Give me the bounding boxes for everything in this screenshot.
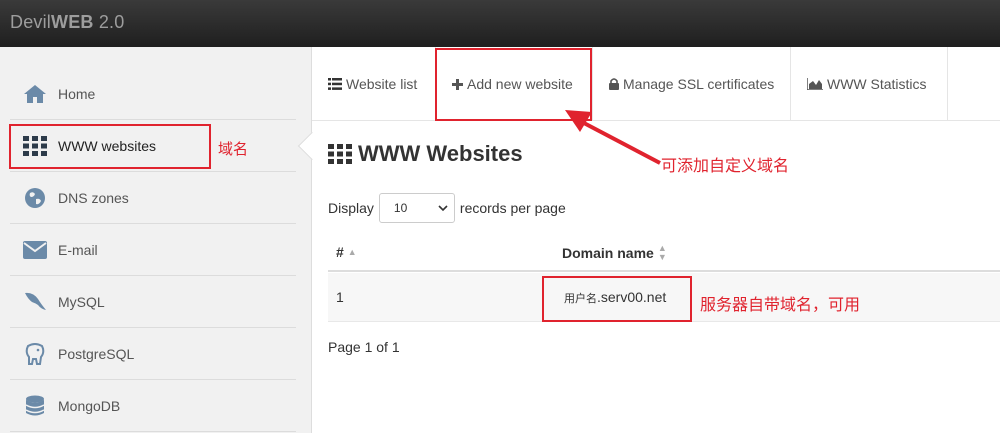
- sidebar-item-label: Home: [58, 86, 96, 102]
- chevron-down-icon: [438, 201, 448, 215]
- sidebar-item-label: E-mail: [58, 242, 98, 258]
- area-chart-icon: [807, 78, 823, 90]
- row-index: 1: [336, 289, 344, 305]
- pagination-info: Page 1 of 1: [328, 339, 400, 355]
- sort-asc-icon: ▲: [347, 246, 357, 257]
- table-header: # ▲ Domain name ▲ ▼: [328, 232, 1000, 272]
- column-header-domain[interactable]: Domain name ▲ ▼: [562, 244, 667, 262]
- page-title: WWW Websites: [328, 141, 523, 167]
- annotation-arrow: [565, 110, 661, 165]
- sidebar-item-email[interactable]: E-mail: [10, 225, 296, 276]
- envelope-icon: [22, 237, 48, 263]
- globe-icon: [22, 185, 48, 211]
- annotation-note-domain: 服务器自带域名，可用: [700, 297, 861, 314]
- display-label: Display: [328, 200, 374, 216]
- sort-icon: ▲ ▼: [657, 243, 667, 262]
- tab-www-statistics[interactable]: WWW Statistics: [807, 47, 927, 121]
- sidebar-item-label: PostgreSQL: [58, 346, 135, 362]
- sidebar: Home WWW websites DNS zones E-mail MySQL: [0, 47, 312, 433]
- page-size-select[interactable]: 10: [378, 193, 455, 223]
- annotation-note-add: 可添加自定义域名: [661, 158, 790, 175]
- sidebar-item-dns-zones[interactable]: DNS zones: [10, 173, 296, 224]
- sidebar-item-label: MySQL: [58, 294, 105, 310]
- sidebar-item-home[interactable]: Home: [10, 69, 296, 120]
- sidebar-item-mongodb[interactable]: MongoDB: [10, 381, 296, 432]
- annotation-note-sidebar: 域名: [218, 141, 249, 158]
- sidebar-item-label: DNS zones: [58, 190, 129, 206]
- brand-logo[interactable]: DevilWEB 2.0: [10, 12, 124, 33]
- elephant-icon: [22, 341, 48, 367]
- database-icon: [22, 393, 48, 419]
- dolphin-icon: [22, 289, 48, 315]
- top-navbar: DevilWEB 2.0: [0, 0, 1000, 47]
- grid-icon: [328, 144, 352, 164]
- sidebar-item-mysql[interactable]: MySQL: [10, 277, 296, 328]
- tab-website-list[interactable]: Website list: [328, 47, 417, 121]
- tab-divider: [790, 47, 791, 121]
- page-size-control: Display 10 records per page: [328, 193, 566, 223]
- highlight-box-www-websites: [9, 124, 211, 169]
- records-label: records per page: [459, 200, 566, 216]
- tab-divider: [947, 47, 948, 121]
- home-icon: [22, 81, 48, 107]
- highlight-box-domain: [542, 276, 692, 322]
- sidebar-item-label: MongoDB: [58, 398, 121, 414]
- column-header-index[interactable]: # ▲: [336, 244, 357, 260]
- lock-icon: [609, 78, 619, 90]
- sidebar-item-postgresql[interactable]: PostgreSQL: [10, 329, 296, 380]
- list-icon: [328, 78, 342, 90]
